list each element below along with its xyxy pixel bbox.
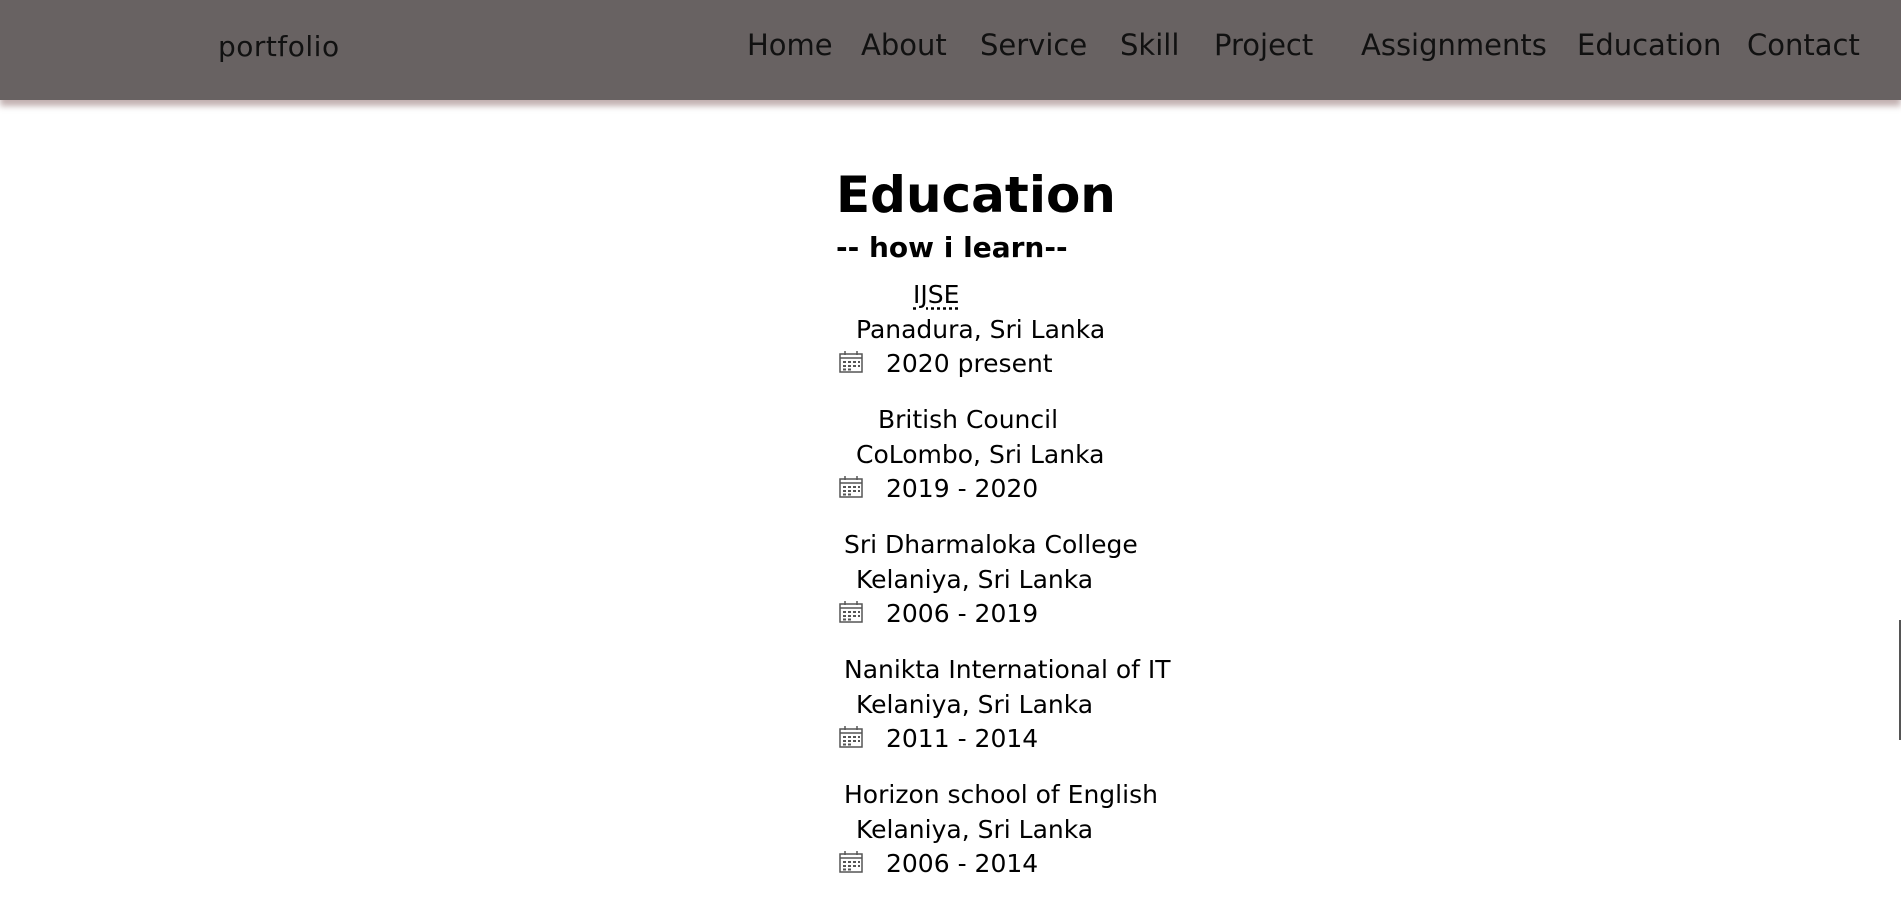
nav-link-project[interactable]: Project <box>1214 28 1313 62</box>
calendar-icon <box>839 851 863 873</box>
school-years: 2006 - 2019 <box>886 599 1039 628</box>
education-entry: Horizon school of English Kelaniya, Sri … <box>836 780 1356 890</box>
nav-link-contact[interactable]: Contact <box>1747 28 1860 62</box>
school-name: Nanikta International of IT <box>844 655 1171 684</box>
education-entry: Sri Dharmaloka College Kelaniya, Sri Lan… <box>836 530 1356 640</box>
section-subtitle: -- how i learn-- <box>836 231 1068 264</box>
navbar: portfolio Home About Service Skill Proje… <box>0 0 1901 100</box>
school-location: Panadura, Sri Lanka <box>856 315 1106 344</box>
school-name: Horizon school of English <box>844 780 1158 809</box>
school-years: 2011 - 2014 <box>886 724 1039 753</box>
school-location: Kelaniya, Sri Lanka <box>856 690 1094 719</box>
calendar-icon <box>839 351 863 373</box>
nav-link-assignments[interactable]: Assignments <box>1361 28 1547 62</box>
nav-link-about[interactable]: About <box>861 28 947 62</box>
brand-logo[interactable]: portfolio <box>218 30 340 63</box>
education-entry: Nanikta International of IT Kelaniya, Sr… <box>836 655 1356 765</box>
school-name: Sri Dharmaloka College <box>844 530 1138 559</box>
school-years: 2019 - 2020 <box>886 474 1039 503</box>
nav-link-home[interactable]: Home <box>747 28 833 62</box>
school-years: 2020 present <box>886 349 1053 378</box>
school-location: Kelaniya, Sri Lanka <box>856 565 1094 594</box>
calendar-icon <box>839 601 863 623</box>
school-name: IJSE <box>913 280 960 309</box>
calendar-icon <box>839 476 863 498</box>
nav-link-education[interactable]: Education <box>1577 28 1721 62</box>
school-years: 2006 - 2014 <box>886 849 1039 878</box>
school-name: British Council <box>878 405 1059 434</box>
nav-link-service[interactable]: Service <box>980 28 1087 62</box>
education-entry: IJSE Panadura, Sri Lanka 2020 present <box>836 280 1356 390</box>
section-title: Education <box>836 166 1116 224</box>
education-entry: British Council CoLombo, Sri Lanka 2019 … <box>836 405 1356 515</box>
school-location: CoLombo, Sri Lanka <box>856 440 1105 469</box>
nav-link-skill[interactable]: Skill <box>1120 28 1179 62</box>
school-location: Kelaniya, Sri Lanka <box>856 815 1094 844</box>
calendar-icon <box>839 726 863 748</box>
